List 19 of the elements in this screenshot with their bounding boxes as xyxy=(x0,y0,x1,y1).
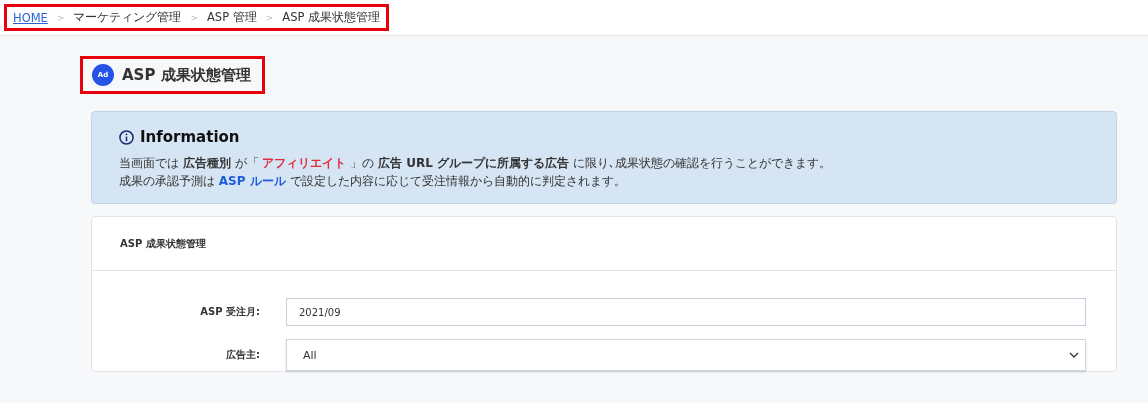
breadcrumb-item: マーケティング管理 xyxy=(73,10,182,25)
breadcrumb-separator: > xyxy=(56,12,65,23)
page-title: ASP 成果状態管理 xyxy=(122,65,251,85)
information-title: Information xyxy=(140,128,240,146)
field-label: 広告主: xyxy=(225,348,261,362)
asp-rule-link[interactable]: ASP ルール xyxy=(218,174,286,188)
chevron-down-icon xyxy=(1069,352,1079,358)
breadcrumb-item: ASP 管理 xyxy=(207,10,257,25)
month-input-field[interactable]: 2021/09 xyxy=(286,298,1086,326)
advertiser-select[interactable]: All xyxy=(286,339,1086,371)
info-icon xyxy=(119,129,134,145)
breadcrumb-separator: > xyxy=(265,12,274,23)
information-text: 成果の承認予測は ASP ルール で設定した内容に応じて受注情報から自動的に判定されます。 xyxy=(119,173,627,190)
information-text: 当画面では 広告種別 が「 アフィリエイト 」の 広告 URL グループに所属する広告 に限り､成果状態の確認を行うことができます。 xyxy=(119,155,832,172)
breadcrumb-link[interactable]: HOME xyxy=(13,10,48,25)
breadcrumb-item: ASP 成果状態管理 xyxy=(282,10,381,25)
breadcrumb-separator: > xyxy=(190,12,198,23)
card-title: ASP 成果状態管理 xyxy=(92,217,1116,271)
field-label: ASP 受注月: xyxy=(199,305,261,319)
